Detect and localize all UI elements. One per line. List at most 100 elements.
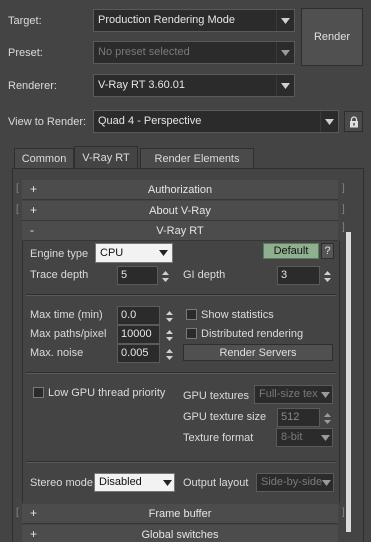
gpu-texture-size-label: GPU texture size	[183, 411, 267, 423]
gpu-textures-value: Full-size tex	[259, 388, 318, 400]
chevron-down-icon	[276, 10, 294, 31]
max-time-value: 0.0	[121, 309, 137, 321]
max-paths-value: 10000	[121, 328, 152, 340]
lock-icon	[349, 115, 358, 127]
chevron-down-icon	[154, 244, 172, 262]
rollout-bracket: [	[16, 183, 19, 194]
collapse-icon: -	[30, 223, 34, 237]
spinner-arrows-icon[interactable]	[164, 344, 174, 364]
rollout-global-switches[interactable]: + Global switches	[22, 525, 338, 542]
spinner-arrows-icon[interactable]	[160, 266, 170, 286]
gpu-textures-label: GPU textures	[183, 390, 250, 402]
chevron-down-icon	[318, 429, 332, 446]
rollout-vray-rt-label: V-Ray RT	[156, 224, 204, 237]
max-noise-spinner[interactable]: 0.005	[117, 344, 160, 363]
texture-format-value: 8-bit	[281, 431, 303, 443]
gpu-textures-dropdown[interactable]: Full-size tex	[254, 385, 333, 404]
max-noise-value: 0.005	[121, 347, 149, 359]
stereo-mode-label: Stereo mode	[30, 477, 93, 489]
separator	[26, 372, 336, 374]
renderer-label: Renderer:	[8, 80, 57, 92]
show-statistics-label: Show statistics	[201, 309, 274, 321]
spinner-arrows-icon[interactable]	[164, 325, 174, 345]
show-statistics-checkbox[interactable]	[186, 309, 197, 320]
max-noise-label: Max. noise	[30, 347, 84, 359]
gi-depth-label: GI depth	[183, 269, 226, 281]
trace-depth-label: Trace depth	[30, 269, 89, 281]
trace-depth-spinner[interactable]: 5	[117, 266, 158, 285]
low-gpu-priority-checkbox[interactable]	[33, 387, 44, 398]
stereo-mode-dropdown[interactable]: Disabled	[94, 473, 175, 492]
trace-depth-value: 5	[121, 269, 128, 281]
texture-format-dropdown[interactable]: 8-bit	[276, 428, 333, 447]
default-button[interactable]: Default	[263, 243, 319, 259]
tab-common-label: Common	[21, 152, 67, 165]
target-dropdown[interactable]: Production Rendering Mode	[93, 9, 295, 32]
texture-format-label: Texture format	[183, 432, 254, 444]
tab-render-elements[interactable]: Render Elements	[140, 148, 254, 168]
render-servers-button[interactable]: Render Servers	[183, 344, 333, 361]
renderer-dropdown[interactable]: V-Ray RT 3.60.01	[93, 74, 295, 97]
chevron-down-icon	[320, 111, 338, 132]
scrollbar[interactable]	[346, 232, 351, 532]
rollout-global-switches-label: Global switches	[141, 528, 219, 541]
chevron-down-icon	[276, 42, 294, 63]
spinner-arrows-icon[interactable]	[322, 408, 332, 428]
chevron-down-icon	[319, 474, 333, 491]
tab-render-elements-label: Render Elements	[154, 152, 240, 165]
chevron-down-icon	[160, 474, 174, 491]
max-paths-label: Max paths/pixel	[30, 328, 107, 340]
view-to-render-dropdown[interactable]: Quad 4 - Perspective	[93, 110, 339, 133]
gpu-texture-size-spinner[interactable]: 512	[277, 408, 320, 427]
renderer-value: V-Ray RT 3.60.01	[98, 79, 186, 91]
separator	[26, 461, 336, 463]
gpu-texture-size-value: 512	[281, 411, 300, 423]
gi-depth-spinner[interactable]: 3	[277, 266, 320, 285]
gi-depth-value: 3	[281, 269, 288, 281]
lock-button[interactable]	[344, 111, 363, 132]
max-time-label: Max time (min)	[30, 309, 103, 321]
render-button-label: Render	[313, 31, 351, 43]
expand-icon: +	[30, 182, 38, 196]
spinner-arrows-icon[interactable]	[164, 306, 174, 326]
engine-type-value: CPU	[100, 247, 124, 259]
tab-common[interactable]: Common	[14, 148, 74, 168]
distributed-rendering-label: Distributed rendering	[201, 328, 304, 340]
expand-icon: +	[30, 527, 38, 541]
rollout-bracket: ]	[342, 183, 345, 194]
stereo-mode-value: Disabled	[99, 476, 142, 488]
engine-type-dropdown[interactable]: CPU	[95, 243, 173, 263]
rollout-bracket: ]	[342, 204, 345, 215]
max-time-spinner[interactable]: 0.0	[117, 306, 160, 325]
target-label: Target:	[8, 15, 42, 27]
view-to-render-value: Quad 4 - Perspective	[98, 115, 202, 127]
target-value: Production Rendering Mode	[98, 14, 235, 26]
distributed-rendering-checkbox[interactable]	[186, 328, 197, 339]
help-button[interactable]: ?	[321, 243, 334, 259]
spinner-arrows-icon[interactable]	[322, 266, 332, 286]
rollout-frame-buffer[interactable]: + Frame buffer	[22, 504, 338, 524]
expand-icon: +	[30, 506, 38, 520]
rollout-frame-buffer-label: Frame buffer	[148, 507, 212, 520]
output-layout-label: Output layout	[183, 477, 249, 489]
rollout-authorization[interactable]: + Authorization	[22, 180, 338, 200]
preset-dropdown[interactable]: No preset selected	[93, 41, 295, 64]
rollout-bracket: ]	[342, 507, 345, 518]
tab-vray-rt[interactable]: V-Ray RT	[74, 146, 138, 169]
render-button[interactable]: Render	[301, 8, 363, 66]
render-servers-button-label: Render Servers	[219, 346, 297, 359]
output-layout-dropdown[interactable]: Side-by-side	[256, 473, 334, 492]
rollout-bracket: [	[16, 507, 19, 518]
rollout-vray-rt[interactable]: - V-Ray RT	[22, 221, 338, 241]
rollout-bracket: [	[16, 204, 19, 215]
expand-icon: +	[30, 203, 38, 217]
rollout-authorization-label: Authorization	[147, 183, 213, 196]
max-paths-spinner[interactable]: 10000	[117, 325, 160, 344]
chevron-down-icon	[276, 75, 294, 96]
output-layout-value: Side-by-side	[261, 476, 323, 488]
low-gpu-priority-label: Low GPU thread priority	[48, 387, 166, 399]
rollout-bracket: ]	[342, 222, 345, 233]
preset-value: No preset selected	[98, 46, 190, 58]
rollout-about-vray-label: About V-Ray	[149, 204, 211, 217]
rollout-about-vray[interactable]: + About V-Ray	[22, 201, 338, 221]
